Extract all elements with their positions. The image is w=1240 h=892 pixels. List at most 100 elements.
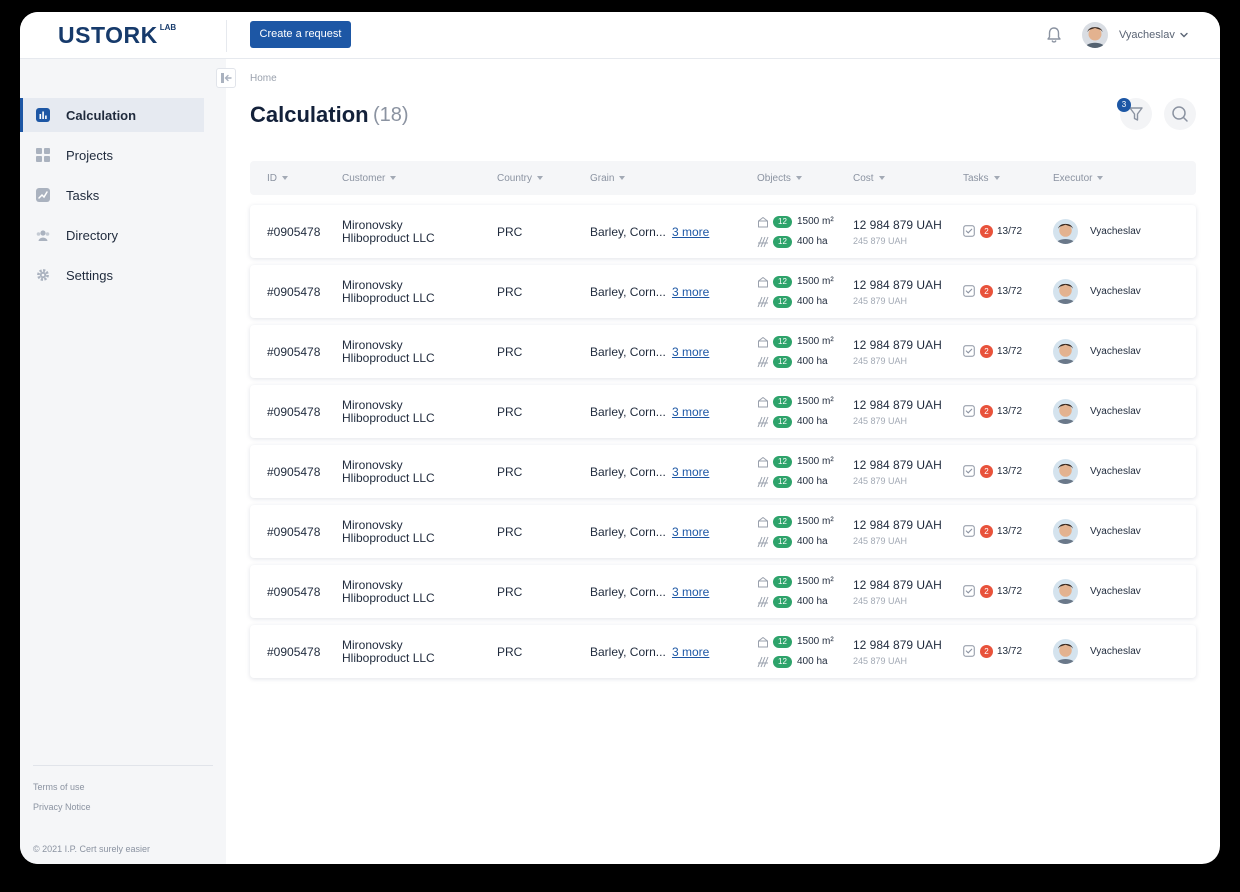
field-count-badge: 12 [773, 356, 792, 368]
task-count: 13/72 [997, 586, 1023, 597]
executor-avatar-image [1053, 279, 1078, 304]
sort-icon [537, 176, 544, 181]
sidebar-item-settings[interactable]: Settings [20, 258, 204, 292]
search-icon [1172, 106, 1188, 122]
checkbox-icon [963, 225, 975, 237]
storage-value: 1500 m² [797, 636, 834, 647]
people-icon [36, 230, 50, 241]
grain-more-link[interactable]: 3 more [672, 525, 709, 539]
table-row[interactable]: #0905478 Mironovsky Hliboproduct LLC PRC… [250, 505, 1196, 558]
sidebar-item-tasks[interactable]: Tasks [20, 178, 204, 212]
row-grain: Barley, Corn... [590, 645, 666, 659]
terms-link[interactable]: Terms of use [33, 782, 85, 792]
chevron-down-icon[interactable] [1178, 29, 1190, 41]
row-cost: 12 984 879 UAH [853, 338, 942, 352]
checkbox-icon [963, 405, 975, 417]
field-icon [757, 416, 769, 428]
row-cost: 12 984 879 UAH [853, 638, 942, 652]
create-request-button[interactable]: Create a request [250, 21, 351, 48]
row-cost: 12 984 879 UAH [853, 278, 942, 292]
executor-name: Vyacheslav [1090, 526, 1141, 537]
row-grain: Barley, Corn... [590, 285, 666, 299]
sort-icon [390, 176, 397, 181]
grain-more-link[interactable]: 3 more [672, 465, 709, 479]
column-header-tasks[interactable]: Tasks [963, 173, 1000, 184]
grain-more-link[interactable]: 3 more [672, 285, 709, 299]
field-value: 400 ha [797, 356, 828, 367]
executor-avatar-image [1053, 399, 1078, 424]
storage-value: 1500 m² [797, 216, 834, 227]
field-value: 400 ha [797, 416, 828, 427]
column-header-customer[interactable]: Customer [342, 173, 397, 184]
executor-name: Vyacheslav [1090, 466, 1141, 477]
sidebar-collapse-button[interactable] [216, 68, 236, 88]
table-row[interactable]: #0905478 Mironovsky Hliboproduct LLC PRC… [250, 385, 1196, 438]
grain-more-link[interactable]: 3 more [672, 225, 709, 239]
field-icon [757, 656, 769, 668]
table-row[interactable]: #0905478 Mironovsky Hliboproduct LLC PRC… [250, 565, 1196, 618]
storage-icon [758, 217, 768, 228]
table-row[interactable]: #0905478 Mironovsky Hliboproduct LLC PRC… [250, 625, 1196, 678]
storage-count-badge: 12 [773, 516, 792, 528]
breadcrumb[interactable]: Home [250, 73, 277, 84]
row-customer: Mironovsky Hliboproduct LLC [342, 639, 435, 665]
column-label: Grain [590, 173, 615, 184]
executor-avatar-image [1053, 579, 1078, 604]
grain-more-link[interactable]: 3 more [672, 345, 709, 359]
sidebar-item-label: Directory [66, 228, 119, 243]
search-button[interactable] [1164, 98, 1196, 130]
table-row[interactable]: #0905478 Mironovsky Hliboproduct LLC PRC… [250, 325, 1196, 378]
privacy-link[interactable]: Privacy Notice [33, 802, 91, 812]
field-count-badge: 12 [773, 296, 792, 308]
checkbox-icon [963, 285, 975, 297]
row-cost-secondary: 245 879 UAH [853, 356, 908, 366]
column-header-executor[interactable]: Executor [1053, 173, 1104, 184]
executor-avatar-image [1053, 519, 1078, 544]
storage-count-badge: 12 [773, 576, 792, 588]
column-label: Objects [757, 173, 791, 184]
column-header-objects[interactable]: Objects [757, 173, 802, 184]
storage-icon [758, 517, 768, 528]
grain-more-link[interactable]: 3 more [672, 405, 709, 419]
field-icon [757, 536, 769, 548]
row-country: PRC [497, 465, 523, 479]
bell-icon[interactable] [1044, 25, 1064, 45]
field-count-badge: 12 [773, 236, 792, 248]
row-customer: Mironovsky Hliboproduct LLC [342, 399, 435, 425]
storage-count-badge: 12 [773, 636, 792, 648]
copyright: © 2021 I.P. Cert surely easier [33, 844, 151, 854]
row-country: PRC [497, 405, 523, 419]
column-header-grain[interactable]: Grain [590, 173, 626, 184]
filter-count-badge: 3 [1117, 98, 1131, 112]
user-avatar-image [1082, 22, 1108, 48]
row-id: #0905478 [267, 585, 321, 599]
task-alert-badge: 2 [980, 465, 993, 478]
executor-avatar-image [1053, 339, 1078, 364]
grain-more-link[interactable]: 3 more [672, 585, 709, 599]
grain-more-link[interactable]: 3 more [672, 645, 709, 659]
storage-value: 1500 m² [797, 276, 834, 287]
user-name[interactable]: Vyacheslav [1119, 29, 1175, 41]
row-customer: Mironovsky Hliboproduct LLC [342, 339, 435, 365]
checkbox-icon [963, 645, 975, 657]
sidebar-item-directory[interactable]: Directory [20, 218, 204, 252]
task-count: 13/72 [997, 646, 1023, 657]
table-row[interactable]: #0905478 Mironovsky Hliboproduct LLC PRC… [250, 205, 1196, 258]
column-header-cost[interactable]: Cost [853, 173, 885, 184]
row-country: PRC [497, 525, 523, 539]
user-avatar[interactable] [1082, 22, 1108, 48]
executor-name: Vyacheslav [1090, 586, 1141, 597]
table-row[interactable]: #0905478 Mironovsky Hliboproduct LLC PRC… [250, 265, 1196, 318]
sidebar-item-calculation[interactable]: Calculation [20, 98, 204, 132]
task-alert-badge: 2 [980, 585, 993, 598]
sort-icon [1097, 176, 1104, 181]
row-grain: Barley, Corn... [590, 525, 666, 539]
table-row[interactable]: #0905478 Mironovsky Hliboproduct LLC PRC… [250, 445, 1196, 498]
column-header-id[interactable]: ID [267, 173, 288, 184]
column-header-country[interactable]: Country [497, 173, 544, 184]
logo[interactable]: USTORK LAB [58, 22, 176, 49]
sidebar-item-projects[interactable]: Projects [20, 138, 204, 172]
storage-icon [758, 277, 768, 288]
executor-name: Vyacheslav [1090, 346, 1141, 357]
field-icon [757, 596, 769, 608]
